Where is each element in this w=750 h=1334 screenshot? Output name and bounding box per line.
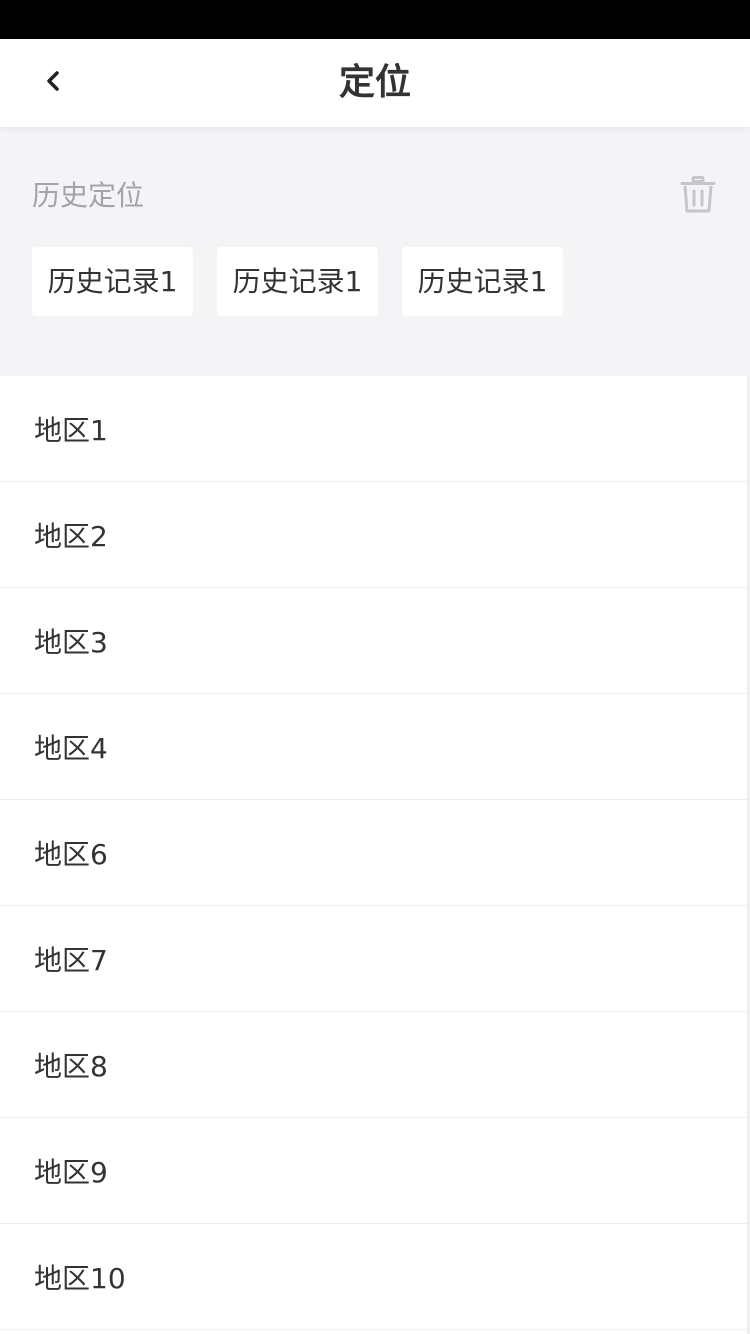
region-item[interactable]: 地区9 xyxy=(0,1118,750,1224)
region-list: 地区1 地区2 地区3 地区4 地区6 地区7 地区8 地区9 地区10 xyxy=(0,376,750,1330)
region-item[interactable]: 地区8 xyxy=(0,1012,750,1118)
status-bar xyxy=(0,0,750,39)
region-item[interactable]: 地区6 xyxy=(0,800,750,906)
clear-history-button[interactable] xyxy=(676,175,720,219)
region-item[interactable]: 地区10 xyxy=(0,1224,750,1330)
history-chips: 历史记录1 历史记录1 历史记录1 xyxy=(32,247,563,316)
history-section: 历史定位 历史记录1 历史记录1 历史记录1 xyxy=(0,127,750,376)
region-item[interactable]: 地区3 xyxy=(0,588,750,694)
page-title: 定位 xyxy=(338,62,411,103)
region-item[interactable]: 地区4 xyxy=(0,694,750,800)
history-title: 历史定位 xyxy=(32,179,145,212)
region-item[interactable]: 地区2 xyxy=(0,482,750,588)
navigation-bar: 定位 xyxy=(0,39,750,127)
trash-icon xyxy=(680,176,716,218)
chevron-left-icon xyxy=(40,67,68,99)
history-chip[interactable]: 历史记录1 xyxy=(402,247,563,316)
region-item[interactable]: 地区7 xyxy=(0,906,750,1012)
region-item[interactable]: 地区1 xyxy=(0,376,750,482)
back-button[interactable] xyxy=(28,57,80,109)
history-chip[interactable]: 历史记录1 xyxy=(217,247,378,316)
history-chip[interactable]: 历史记录1 xyxy=(32,247,193,316)
